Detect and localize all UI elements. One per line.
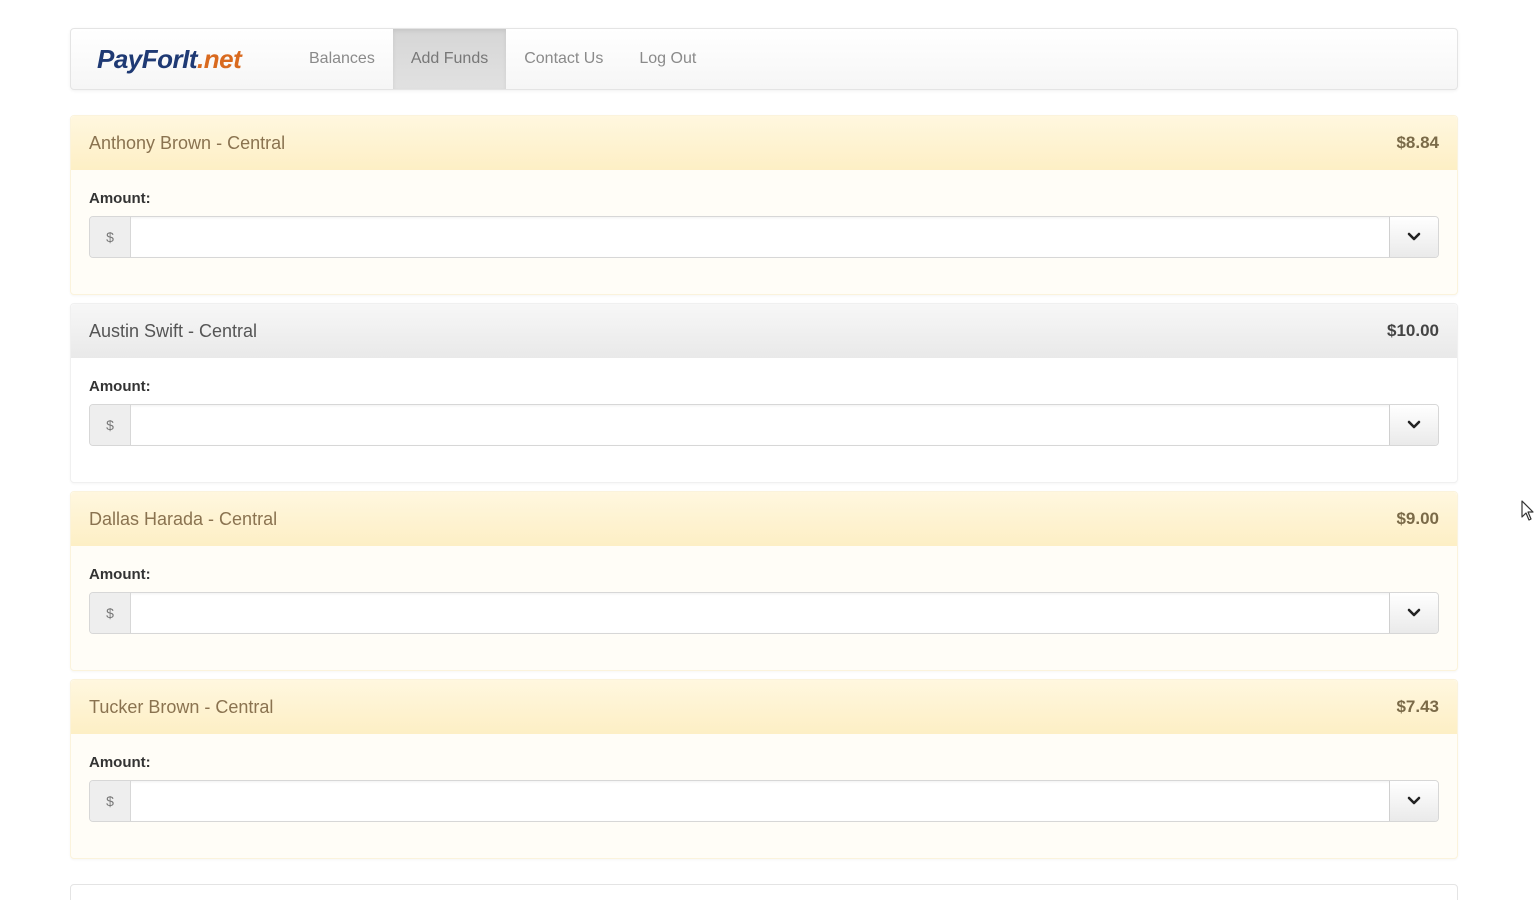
chevron-down-icon bbox=[1407, 420, 1421, 429]
currency-addon: $ bbox=[90, 405, 131, 445]
amount-input[interactable] bbox=[131, 781, 1389, 821]
amount-label: Amount: bbox=[89, 378, 151, 395]
currency-addon: $ bbox=[90, 781, 131, 821]
account-panel-body: Amount: $ bbox=[71, 170, 1457, 258]
amount-input-group: $ bbox=[89, 216, 1439, 258]
amount-dropdown-button[interactable] bbox=[1389, 217, 1438, 257]
amount-input-group: $ bbox=[89, 780, 1439, 822]
top-navbar: PayForIt .net Balances Add Funds Contact … bbox=[70, 28, 1458, 90]
currency-addon: $ bbox=[90, 217, 131, 257]
amount-dropdown-button[interactable] bbox=[1389, 405, 1438, 445]
account-name: Dallas Harada - Central bbox=[89, 508, 278, 529]
account-panel-heading: Anthony Brown - Central $8.84 bbox=[71, 116, 1457, 170]
brand-tld: .net bbox=[197, 43, 242, 74]
nav-add-funds[interactable]: Add Funds bbox=[392, 29, 507, 89]
account-panel-body: Amount: $ bbox=[71, 358, 1457, 446]
account-panel-body: Amount: $ bbox=[71, 734, 1457, 822]
amount-input-group: $ bbox=[89, 404, 1439, 446]
account-name: Austin Swift - Central bbox=[89, 320, 258, 341]
mouse-pointer-icon bbox=[1521, 500, 1534, 521]
chevron-down-icon bbox=[1407, 232, 1421, 241]
nav-log-out[interactable]: Log Out bbox=[621, 29, 714, 89]
account-panel: Dallas Harada - Central $9.00 Amount: $ bbox=[70, 491, 1458, 671]
amount-input[interactable] bbox=[131, 405, 1389, 445]
chevron-down-icon bbox=[1407, 608, 1421, 617]
nav-balances[interactable]: Balances bbox=[291, 29, 393, 89]
account-panel-heading: Tucker Brown - Central $7.43 bbox=[71, 680, 1457, 734]
account-balance: $8.84 bbox=[1396, 133, 1439, 152]
nav-contact-us[interactable]: Contact Us bbox=[506, 29, 621, 89]
account-panel: Anthony Brown - Central $8.84 Amount: $ bbox=[70, 115, 1458, 295]
account-balance: $10.00 bbox=[1387, 321, 1439, 340]
amount-input-group: $ bbox=[89, 592, 1439, 634]
account-balance: $7.43 bbox=[1396, 697, 1439, 716]
brand-logo[interactable]: PayForIt .net bbox=[71, 29, 291, 89]
brand-name: PayForIt bbox=[97, 43, 198, 74]
account-panel: Austin Swift - Central $10.00 Amount: $ bbox=[70, 303, 1458, 483]
page: PayForIt .net Balances Add Funds Contact … bbox=[0, 0, 1536, 900]
account-balance: $9.00 bbox=[1396, 509, 1439, 528]
chevron-down-icon bbox=[1407, 796, 1421, 805]
amount-dropdown-button[interactable] bbox=[1389, 593, 1438, 633]
account-panel: Tucker Brown - Central $7.43 Amount: $ bbox=[70, 679, 1458, 859]
amount-label: Amount: bbox=[89, 566, 151, 583]
amount-input[interactable] bbox=[131, 217, 1389, 257]
amount-label: Amount: bbox=[89, 754, 151, 771]
amount-label: Amount: bbox=[89, 190, 151, 207]
currency-addon: $ bbox=[90, 593, 131, 633]
account-name: Tucker Brown - Central bbox=[89, 696, 274, 717]
account-panel-body: Amount: $ bbox=[71, 546, 1457, 634]
amount-dropdown-button[interactable] bbox=[1389, 781, 1438, 821]
account-panel-partial bbox=[70, 884, 1458, 900]
amount-input[interactable] bbox=[131, 593, 1389, 633]
account-name: Anthony Brown - Central bbox=[89, 132, 286, 153]
account-panel-heading: Austin Swift - Central $10.00 bbox=[71, 304, 1457, 358]
account-panel-heading: Dallas Harada - Central $9.00 bbox=[71, 492, 1457, 546]
